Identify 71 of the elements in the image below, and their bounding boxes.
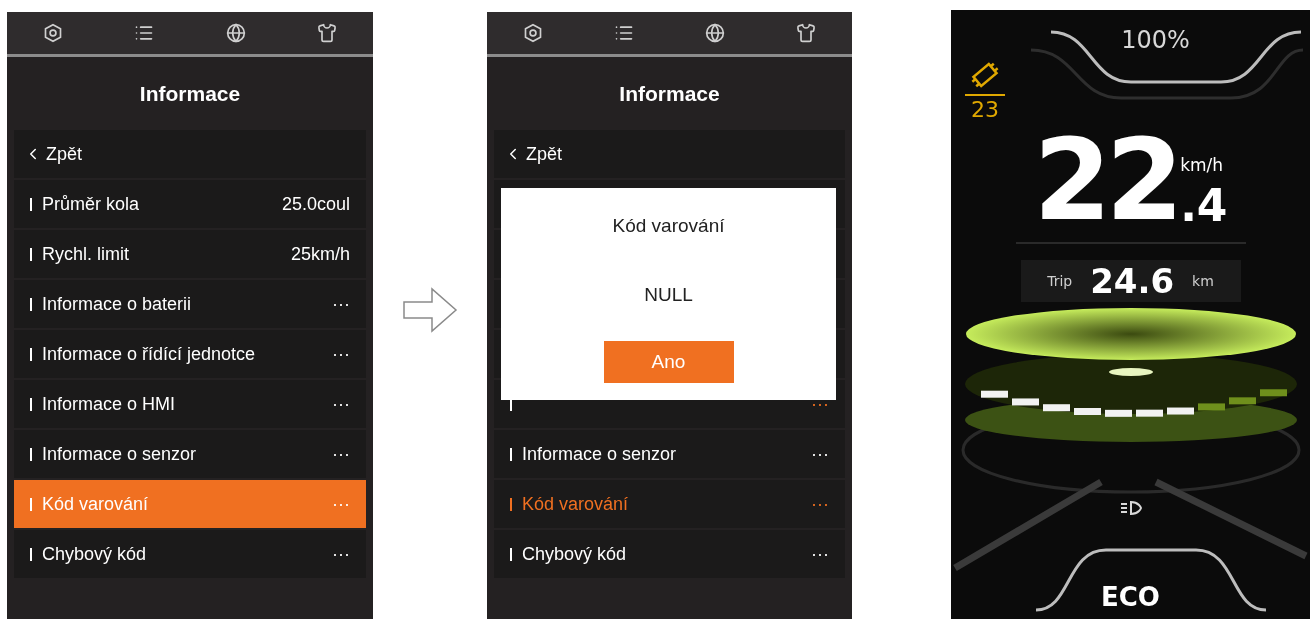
row-value: ··· [811,392,829,416]
headlight-icon [1118,500,1143,516]
back-row[interactable]: Zpět [494,130,845,178]
shirt-icon[interactable] [317,23,338,43]
dialog-message: NULL [644,282,693,307]
screen-title: Informace [619,80,720,107]
menu-row[interactable]: Chybový kód ··· [14,530,366,578]
row-label: Chybový kód [522,542,627,566]
row-marker [30,297,32,311]
row-label: Kód varování [42,492,149,516]
shirt-icon[interactable] [796,23,817,43]
row-marker [510,447,512,461]
row-value: 25km/h [290,242,350,266]
list-icon[interactable] [134,23,155,43]
arrow-right-icon [402,285,458,334]
row-label: Informace o řídící jednotce [42,342,256,366]
speed-decimal: .4 [1180,184,1228,228]
row-marker [30,347,32,361]
row-marker [510,547,512,561]
globe-icon[interactable] [225,23,246,43]
back-label: Zpět [526,142,563,166]
row-value: ··· [332,292,350,316]
list-icon[interactable] [613,23,634,43]
menu-row[interactable]: Informace o HMI ··· [14,380,366,428]
row-marker [30,447,32,461]
row-value: ··· [811,542,829,566]
row-label: Kód varování [522,492,629,516]
settings-icon[interactable] [522,23,543,43]
menu-row[interactable]: Chybový kód ··· [494,530,845,578]
row-label: Informace o senzor [42,442,197,466]
row-value: ··· [332,492,350,516]
dialog-title: Kód varování [612,214,725,238]
menu-row[interactable]: Informace o baterii ··· [14,280,366,328]
row-marker [510,497,512,511]
row-marker [30,547,32,561]
row-value: ··· [332,342,350,366]
row-label: Průměr kola [42,192,140,216]
menu-row[interactable]: Rychl. limit 25km/h [14,230,366,278]
row-value: ··· [811,492,829,516]
back-label: Zpět [46,142,83,166]
row-marker [30,397,32,411]
row-value: ··· [332,442,350,466]
row-label: Informace o senzor [522,442,677,466]
menu-row[interactable]: Kód varování ··· [494,480,845,528]
row-marker [30,247,32,261]
mode-label: ECO [1101,581,1160,614]
settings-icon[interactable] [42,23,63,43]
warning-code: 23 [971,96,999,124]
row-value: ··· [811,442,829,466]
row-marker [30,497,32,511]
menu-row[interactable]: Informace o řídící jednotce ··· [14,330,366,378]
speed-value: 22 [1033,132,1179,228]
menu-row[interactable]: Informace o senzor ··· [14,430,366,478]
row-label: Chybový kód [42,542,147,566]
row-label: Informace o baterii [42,292,192,316]
screen-title: Informace [139,80,241,107]
trip-label: Trip [1047,271,1073,291]
row-label: Rychl. limit [42,242,129,266]
row-value: ··· [332,392,350,416]
row-value: ··· [332,542,350,566]
trip-value: 24.6 [1090,259,1175,303]
menu-row[interactable]: Informace o senzor ··· [494,430,845,478]
row-marker [30,197,32,211]
row-value: 25.0coul [281,192,350,216]
globe-icon[interactable] [705,23,726,43]
battery-percent: 100% [1121,25,1190,56]
menu-row[interactable]: Průměr kola 25.0coul [14,180,366,228]
trip-unit: km [1192,271,1214,291]
speed-unit: km/h [1180,153,1224,177]
row-label: Informace o HMI [42,392,176,416]
back-row[interactable]: Zpět [14,130,366,178]
